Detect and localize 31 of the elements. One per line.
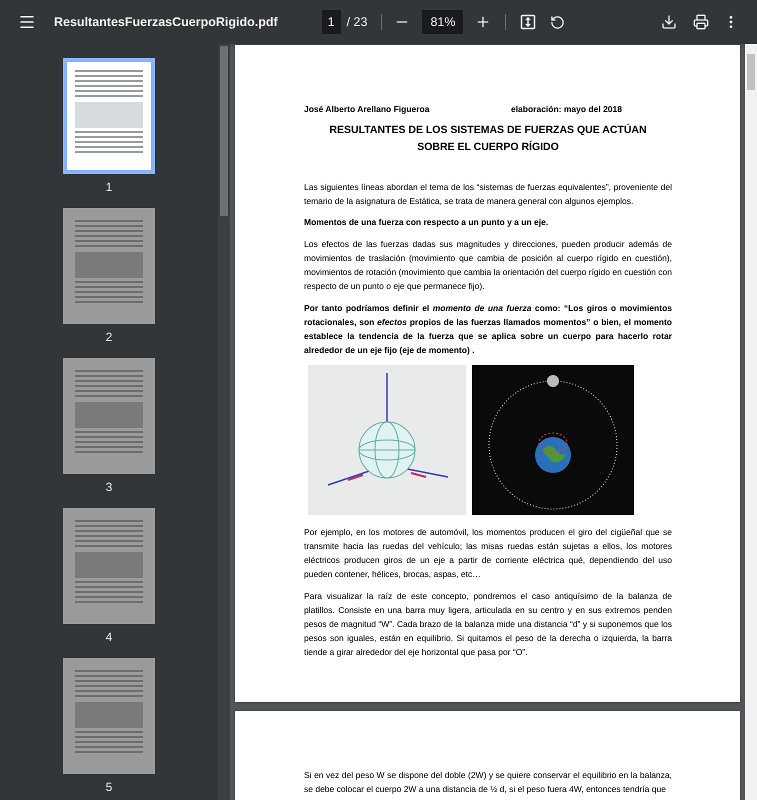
page-number-label: 2 — [106, 329, 112, 346]
body-paragraph: Los efectos de las fuerzas dadas sus magnitudes y direcciones, pueden producir además de movimientos de traslación (movimiento que cambia de posición al cuerpo rígido en cuestión), movimientos de rotación (movimiento que cambia la orientación del cuerpo rígido en cuestión con respecto de un punto o eje que permanece fijo). — [304, 238, 672, 292]
body-paragraph: Si en vez del peso W se dispone del doble (2W) y se quiere conservar el equilibrio en la balanza, se debe colocar el cuerpo 2W a una distancia de ½ d, si el peso fuera 4W, entonces tendría que — [304, 769, 672, 796]
page-number-label: 3 — [106, 479, 112, 496]
page-number-label: 1 — [106, 179, 112, 196]
body-paragraph: Para visualizar la raíz de este concepto, pondremos el caso antiquísimo de la balanza de platillos. Consiste en una barra muy ligera, articulada en su centro y en sus extremos penden pesos de magnitud “W”. Cada brazo de la balanza mide una distancia “d” y si suponemos que los pesos son iguales, están en equilibrio. Si quitamos el peso de la derecha o izquierda, la barra tiende a girar alrededor del eje horizontal que pasa por “O”. — [304, 590, 672, 658]
rotate-icon[interactable] — [550, 14, 566, 30]
document-scrollbar[interactable] — [745, 44, 757, 800]
author-text: José Alberto Arellano Figueroa — [304, 103, 430, 116]
page-number-label: 5 — [106, 779, 112, 796]
page-thumbnail[interactable] — [63, 508, 155, 624]
section-heading: Momentos de una fuerza con respecto a un punto y a un eje. — [304, 216, 550, 228]
print-icon[interactable] — [693, 14, 709, 30]
page-number-label: 4 — [106, 629, 112, 646]
body-paragraph: Las siguientes líneas abordan el tema de los “sistemas de fuerzas equivalentes”, proveniente del temario de la asignatura de Estática, se trata de manera general con algunos ejemplos. — [304, 180, 672, 208]
page-thumbnail[interactable] — [63, 658, 155, 774]
download-icon[interactable] — [661, 14, 677, 30]
sidebar-scrollbar[interactable] — [218, 44, 230, 800]
page-thumbnail[interactable] — [63, 58, 155, 174]
fit-page-icon[interactable] — [520, 14, 536, 30]
date-text: elaboración: mayo del 2018 — [510, 103, 622, 116]
page-number-field[interactable]: 1 — [322, 10, 341, 34]
menu-icon[interactable] — [18, 13, 36, 31]
body-paragraph: Por ejemplo, en los motores de automóvil, los momentos producen el giro del cigüeñal que se transmite hacia las ruedas del vehículo; las misas ruedas están sujetas a ellos, los motores eléctricos producen giros de un eje a partir de corriente eléctrica qué, dependiendo del uso pueden contener, hélices, brocas, aspas, etc… — [304, 526, 672, 580]
page-thumbnail[interactable] — [63, 358, 155, 474]
file-name: ResultantesFuerzasCuerpoRigido.pdf — [54, 14, 278, 31]
body-paragraph: Por tanto podríamos definir el momento de una fuerza como: “Los giros o movimientos rotacionales, son efectos propios de las fuerzas llamados momentos” o bien, el momento establece la tendencia de la fuerza que se aplica sobre un cuerpo para hacerlo rotar alrededor de un eje fijo (eje de momento) . — [304, 302, 672, 356]
document-title: RESULTANTES DE LOS SISTEMAS DE FUERZAS QUE ACTÚAN SOBRE EL CUERPO RÍGIDO — [328, 122, 648, 155]
page-total: / 23 — [346, 14, 368, 31]
zoom-field[interactable]: 81% — [422, 10, 464, 34]
page-thumbnail[interactable] — [63, 208, 155, 324]
